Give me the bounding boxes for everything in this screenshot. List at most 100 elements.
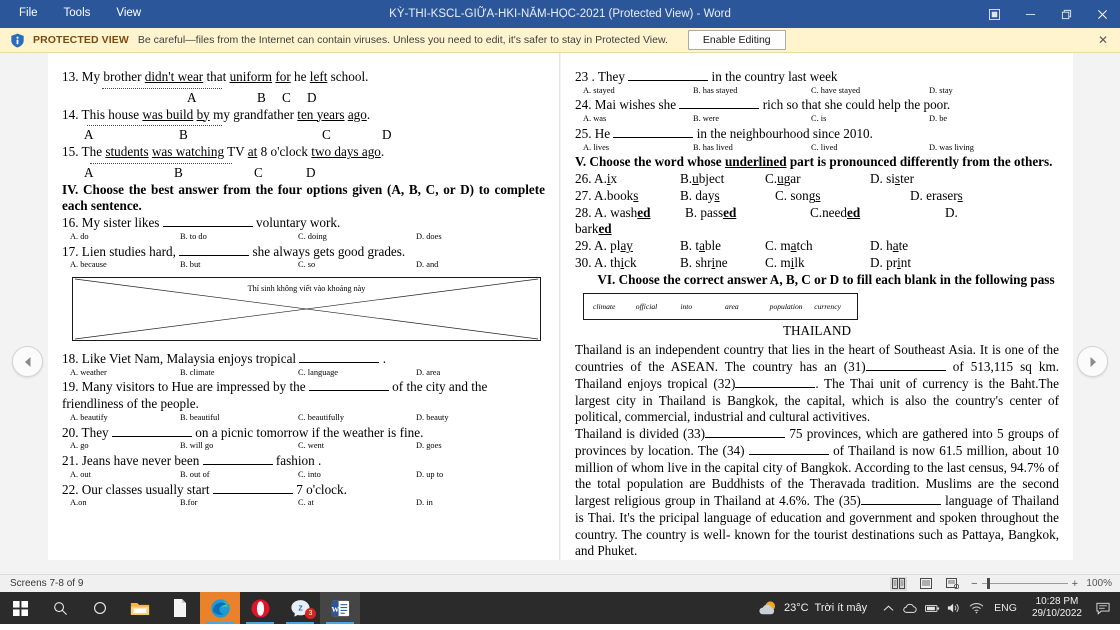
dotted-rule <box>102 87 222 89</box>
options-22: A.on B.for C. at D. in <box>70 498 433 508</box>
question-19: 19. Many visitors to Hue are impressed b… <box>62 379 545 423</box>
answer-blank <box>679 108 760 110</box>
clock-date: 29/10/2022 <box>1031 608 1082 619</box>
zoom-level[interactable]: 100% <box>1082 578 1112 589</box>
section-4-heading: IV. Choose the best answer from the four… <box>62 181 545 214</box>
restore-icon[interactable] <box>1048 0 1084 28</box>
document-area: 13. My brother didn't wear that uniform … <box>0 53 1120 574</box>
clock-time: 10:28 PM <box>1035 596 1079 607</box>
close-icon[interactable] <box>1084 0 1120 28</box>
clock[interactable]: 10:28 PM 29/10/2022 <box>1024 596 1090 620</box>
web-layout-button[interactable] <box>944 577 961 591</box>
options-23: A. stayed B. has stayed C. have stayed D… <box>583 85 953 95</box>
ribbon-display-options-icon[interactable] <box>976 0 1012 28</box>
minimize-icon[interactable] <box>1012 0 1048 28</box>
answer-blank <box>179 254 250 256</box>
close-bar-icon[interactable]: ✕ <box>1094 32 1112 48</box>
answer-blank <box>705 437 786 439</box>
document-icon <box>174 599 186 617</box>
cortana-button[interactable] <box>80 592 120 624</box>
answer-blank <box>162 226 253 228</box>
question-14: 14. This house was build by my grandfath… <box>62 107 545 145</box>
taskbar: Z 3 W 23°C Trời ít mây ENG 10:28 PM 29/1… <box>0 592 1120 624</box>
passage-paragraph-1: Thailand is an independent country that … <box>575 342 1060 425</box>
window-title: KỲ-THI-KSCL-GIỮA-HKI-NĂM-HỌC-2021 (Prote… <box>389 8 731 20</box>
answer-blank <box>613 136 694 138</box>
weather-widget[interactable]: 23°C Trời ít mây <box>752 599 877 617</box>
zoom-slider-handle[interactable] <box>986 578 990 589</box>
page-left: 13. My brother didn't wear that uniform … <box>48 53 560 560</box>
answer-blank <box>308 390 389 392</box>
opera-button[interactable] <box>240 592 280 624</box>
word-bank-item: official <box>635 302 658 312</box>
next-page-button[interactable] <box>1077 346 1108 377</box>
word-bank-item: currency <box>814 302 841 312</box>
partly-cloudy-icon <box>759 601 775 615</box>
search-button[interactable] <box>40 592 80 624</box>
page-left-content: 13. My brother didn't wear that uniform … <box>48 53 559 509</box>
zalo-button[interactable]: Z 3 <box>280 592 320 624</box>
question-23: 23 . They in the country last week A. st… <box>575 69 1059 96</box>
print-layout-button[interactable] <box>917 577 934 591</box>
word-icon: W <box>331 600 349 616</box>
menu-file[interactable]: File <box>6 3 51 25</box>
zoom-in-button[interactable]: + <box>1072 578 1078 590</box>
question-25: 25. He in the neighbourhood since 2010. … <box>575 126 1059 153</box>
edge-icon <box>210 598 230 618</box>
question-21: 21. Jeans have never been fashion . A. o… <box>62 453 545 480</box>
menu-view[interactable]: View <box>103 3 154 25</box>
page-right: 23 . They in the country last week A. st… <box>561 53 1073 560</box>
onedrive-button[interactable] <box>899 592 921 624</box>
menu-tools[interactable]: Tools <box>51 3 104 25</box>
answer-letters-15: A B C D <box>84 164 316 180</box>
menu-bar: File Tools View <box>0 3 154 25</box>
previous-page-button[interactable] <box>12 346 43 377</box>
action-center-button[interactable] <box>1090 592 1116 624</box>
language-indicator[interactable]: ENG <box>987 602 1024 614</box>
options-19: A. beautify B. beautiful C. beautifully … <box>70 412 449 422</box>
microsoft-edge-button[interactable] <box>200 592 240 624</box>
word-bank: climate official into area population cu… <box>583 293 858 321</box>
page-right-content: 23 . They in the country last week A. st… <box>561 53 1073 560</box>
window-controls <box>976 0 1120 28</box>
shield-icon <box>11 33 24 47</box>
chevron-right-icon <box>1090 356 1096 367</box>
weather-desc: Trời ít mây <box>814 602 868 614</box>
options-21: A. out B. out of C. into D. up to <box>70 469 444 479</box>
document-app-button[interactable] <box>160 592 200 624</box>
title-bar: File Tools View KỲ-THI-KSCL-GIỮA-HKI-NĂM… <box>0 0 1120 28</box>
enable-editing-button[interactable]: Enable Editing <box>687 30 786 50</box>
chevron-up-icon <box>883 605 894 611</box>
word-button[interactable]: W <box>320 592 360 624</box>
word-bank-item: area <box>725 302 739 312</box>
battery-icon <box>924 604 939 612</box>
question-15: 15. The students was watching TV at 8 o'… <box>62 144 545 182</box>
options-25: A. lives B. has lived C. lived D. was li… <box>583 142 974 152</box>
file-explorer-button[interactable] <box>120 592 160 624</box>
onedrive-icon <box>903 603 917 613</box>
read-mode-icon <box>892 578 906 589</box>
start-button[interactable] <box>0 592 40 624</box>
network-button[interactable] <box>965 592 987 624</box>
screens-indicator: Screens 7-8 of 9 <box>10 578 84 589</box>
zoom-control: − + 100% <box>971 578 1112 590</box>
show-hidden-icons-button[interactable] <box>877 592 899 624</box>
status-bar: Screens 7-8 of 9 − + 100% <box>0 574 1120 592</box>
question-17: 17. Lien studies hard, she always gets g… <box>62 244 545 271</box>
volume-button[interactable] <box>943 592 965 624</box>
protected-view-message: Be careful—files from the Internet can c… <box>137 34 668 46</box>
do-not-write-box: Thí sinh không viết vào khoảng này <box>72 277 541 341</box>
question-13: 13. My brother didn't wear that uniform … <box>62 69 545 107</box>
dotted-rule <box>87 125 222 127</box>
answer-blank <box>860 504 941 506</box>
zoom-out-button[interactable]: − <box>971 578 977 590</box>
folder-icon <box>130 602 150 615</box>
question-22: 22. Our classes usually start 7 o'clock.… <box>62 482 545 509</box>
zoom-slider[interactable] <box>981 578 1068 589</box>
protected-view-label: PROTECTED VIEW <box>33 34 129 46</box>
options-16: A. do B. to do C. doing D. does <box>70 231 442 241</box>
read-mode-button[interactable] <box>890 576 908 591</box>
question-30: 30. A. thick B. shrine C. milk D. print <box>575 254 912 270</box>
protected-view-bar: PROTECTED VIEW Be careful—files from the… <box>0 28 1120 53</box>
battery-button[interactable] <box>921 592 943 624</box>
